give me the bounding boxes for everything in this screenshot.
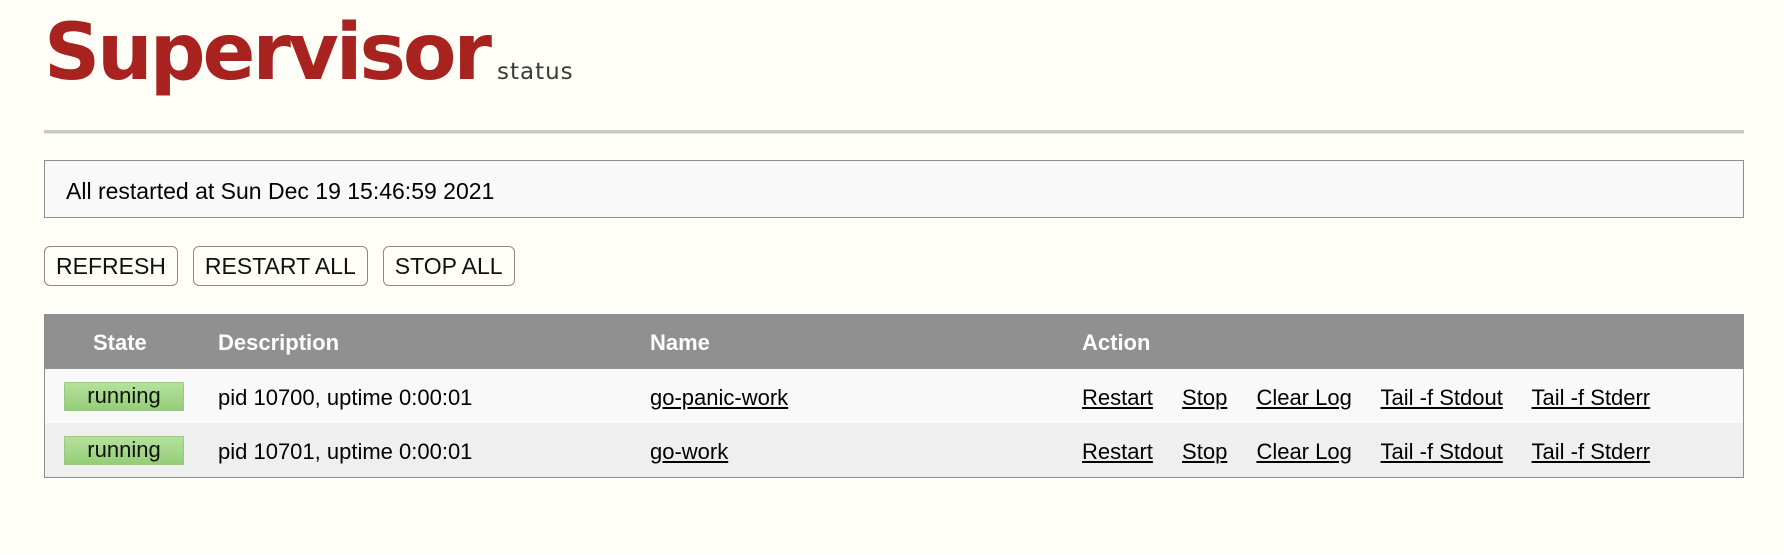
status-badge: running bbox=[64, 436, 184, 465]
tail-stderr-link[interactable]: Tail -f Stderr bbox=[1532, 385, 1651, 410]
column-header-name: Name bbox=[650, 330, 710, 355]
process-description: pid 10700, uptime 0:00:01 bbox=[218, 385, 473, 410]
page: Supervisor status All restarted at Sun D… bbox=[44, 0, 1744, 478]
process-description: pid 10701, uptime 0:00:01 bbox=[218, 439, 473, 464]
process-table: State Description Name Action running pi… bbox=[44, 314, 1744, 478]
supervisor-logo: Supervisor status bbox=[44, 14, 574, 92]
stop-link[interactable]: Stop bbox=[1182, 439, 1227, 464]
process-name-link[interactable]: go-work bbox=[650, 439, 728, 465]
column-header-state: State bbox=[93, 330, 147, 355]
process-actions: Restart Stop Clear Log Tail -f Stdout Ta… bbox=[1082, 439, 1673, 465]
tail-stderr-link[interactable]: Tail -f Stderr bbox=[1532, 439, 1651, 464]
process-actions: Restart Stop Clear Log Tail -f Stdout Ta… bbox=[1082, 385, 1673, 411]
global-actions: REFRESH RESTART ALL STOP ALL bbox=[44, 246, 515, 286]
stop-link[interactable]: Stop bbox=[1182, 385, 1227, 410]
logo-subtitle: status bbox=[496, 59, 574, 85]
column-header-description: Description bbox=[218, 330, 340, 355]
tail-stdout-link[interactable]: Tail -f Stdout bbox=[1381, 439, 1503, 464]
header: Supervisor status bbox=[44, 0, 1744, 130]
restart-link[interactable]: Restart bbox=[1082, 439, 1153, 464]
logo-title: Supervisor bbox=[44, 8, 492, 98]
column-header-action: Action bbox=[1082, 330, 1151, 355]
status-badge: running bbox=[64, 382, 184, 411]
process-name-link[interactable]: go-panic-work bbox=[650, 385, 788, 411]
table-header: State Description Name Action bbox=[45, 315, 1743, 369]
refresh-button[interactable]: REFRESH bbox=[44, 246, 178, 286]
restart-all-button[interactable]: RESTART ALL bbox=[192, 246, 368, 286]
tail-stdout-link[interactable]: Tail -f Stdout bbox=[1381, 385, 1503, 410]
clear-log-link[interactable]: Clear Log bbox=[1256, 385, 1351, 410]
status-message: All restarted at Sun Dec 19 15:46:59 202… bbox=[66, 178, 495, 204]
clear-log-link[interactable]: Clear Log bbox=[1256, 439, 1351, 464]
table-row: running pid 10701, uptime 0:00:01 go-wor… bbox=[45, 423, 1743, 477]
stop-all-button[interactable]: STOP ALL bbox=[382, 246, 515, 286]
table-row: running pid 10700, uptime 0:00:01 go-pan… bbox=[45, 369, 1743, 423]
status-message-box: All restarted at Sun Dec 19 15:46:59 202… bbox=[44, 160, 1744, 218]
restart-link[interactable]: Restart bbox=[1082, 385, 1153, 410]
header-divider bbox=[44, 130, 1744, 134]
